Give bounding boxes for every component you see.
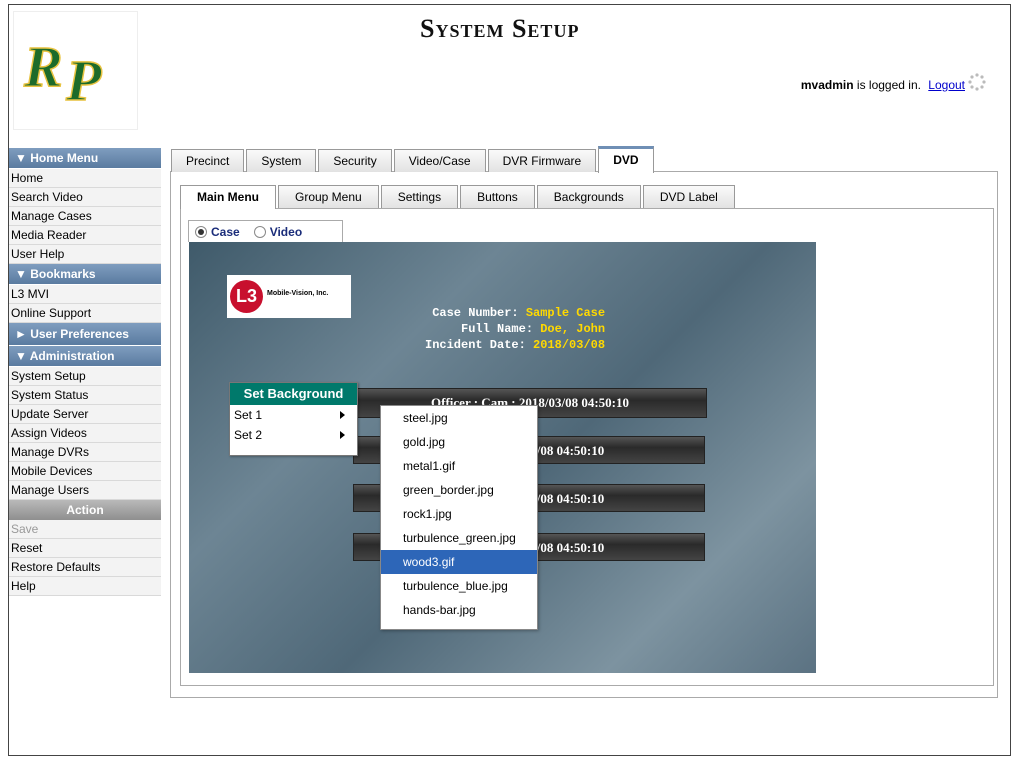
case-info: Case Number: Sample Case Full Name: Doe,… xyxy=(425,305,605,353)
sidebar: ▼ Home Menu Home Search Video Manage Cas… xyxy=(9,148,161,596)
rp-logo: R P xyxy=(13,11,138,130)
submenu-item[interactable]: green_border.jpg xyxy=(381,478,537,502)
case-number-value: Sample Case xyxy=(525,306,606,320)
sidebar-item-online-support[interactable]: Online Support xyxy=(9,304,161,323)
submenu-item[interactable]: turbulence_blue.jpg xyxy=(381,574,537,598)
login-status: mvadmin is logged in. Logout xyxy=(801,78,965,92)
set-background-title: Set Background xyxy=(230,383,357,405)
subtab-dvd-label[interactable]: DVD Label xyxy=(642,185,735,208)
video-radio-label: Video xyxy=(269,224,303,239)
tab-dvd[interactable]: DVD xyxy=(598,146,654,173)
submenu-item[interactable]: hands-bar.jpg xyxy=(381,598,537,622)
full-name-label: Full Name: xyxy=(461,322,534,336)
tab-precinct[interactable]: Precinct xyxy=(171,149,245,172)
incident-date-value: 2018/03/08 xyxy=(533,338,606,352)
action-header: Action xyxy=(9,500,161,520)
tab-dvr-firmware[interactable]: DVR Firmware xyxy=(487,149,597,172)
restore-defaults-action[interactable]: Restore Defaults xyxy=(9,558,161,577)
sidebar-item-user-help[interactable]: User Help xyxy=(9,245,161,264)
video-radio[interactable]: Video xyxy=(253,224,303,239)
home-menu-header[interactable]: ▼ Home Menu xyxy=(9,148,161,169)
tab-video-case[interactable]: Video/Case xyxy=(393,149,486,172)
submenu-item-selected[interactable]: wood3.gif xyxy=(381,550,537,574)
sidebar-item-l3-mvi[interactable]: L3 MVI xyxy=(9,285,161,304)
tab-system[interactable]: System xyxy=(246,149,317,172)
bookmarks-header[interactable]: ▼ Bookmarks xyxy=(9,264,161,285)
sidebar-item-media-reader[interactable]: Media Reader xyxy=(9,226,161,245)
dvd-subtabs: Main Menu Group Menu Settings Buttons Ba… xyxy=(180,185,737,209)
save-action: Save xyxy=(9,520,161,539)
sidebar-item-system-setup[interactable]: System Setup xyxy=(9,367,161,386)
svg-text:P: P xyxy=(65,48,102,110)
menu-item-set-2[interactable]: Set 2 xyxy=(230,425,357,445)
tab-security[interactable]: Security xyxy=(318,149,392,172)
logout-link[interactable]: Logout xyxy=(928,78,965,92)
sidebar-item-manage-dvrs[interactable]: Manage DVRs xyxy=(9,443,161,462)
submenu-item[interactable]: gold.jpg xyxy=(381,430,537,454)
video-radio-dot[interactable] xyxy=(253,225,266,238)
subtab-buttons[interactable]: Buttons xyxy=(460,185,535,208)
subtab-backgrounds[interactable]: Backgrounds xyxy=(536,185,641,208)
loading-spinner-icon xyxy=(968,73,986,91)
submenu-item[interactable]: turbulence_green.jpg xyxy=(381,526,537,550)
case-number-row: Case Number: Sample Case xyxy=(425,305,605,321)
submenu-arrow-icon xyxy=(340,411,345,419)
subtab-group-menu[interactable]: Group Menu xyxy=(278,185,379,208)
setup-tabs: Precinct System Security Video/Case DVR … xyxy=(171,146,656,173)
username: mvadmin xyxy=(800,78,854,92)
sidebar-item-update-server[interactable]: Update Server xyxy=(9,405,161,424)
l3-logo-caption: Mobile-Vision, Inc. xyxy=(267,290,329,297)
set-background-menu: Set Background Set 1 Set 2 xyxy=(229,382,358,456)
sidebar-item-mobile-devices[interactable]: Mobile Devices xyxy=(9,462,161,481)
reset-action[interactable]: Reset xyxy=(9,539,161,558)
case-number-label: Case Number: xyxy=(432,306,519,320)
sidebar-item-system-status[interactable]: System Status xyxy=(9,386,161,405)
full-name-value: Doe, John xyxy=(540,322,606,336)
set-2-label: Set 2 xyxy=(234,428,263,442)
rp-logo-icon: R P xyxy=(22,33,103,110)
incident-date-row: Incident Date: 2018/03/08 xyxy=(425,337,605,353)
submenu-item[interactable]: steel.jpg xyxy=(381,406,537,430)
sidebar-item-assign-videos[interactable]: Assign Videos xyxy=(9,424,161,443)
help-action[interactable]: Help xyxy=(9,577,161,596)
login-text: is logged in. xyxy=(856,78,921,92)
subtab-settings[interactable]: Settings xyxy=(380,185,459,208)
submenu-arrow-icon xyxy=(340,431,345,439)
administration-header[interactable]: ▼ Administration xyxy=(9,346,161,367)
sidebar-item-manage-cases[interactable]: Manage Cases xyxy=(9,207,161,226)
subtab-main-menu[interactable]: Main Menu xyxy=(180,185,276,209)
sidebar-item-home[interactable]: Home xyxy=(9,169,161,188)
case-radio-dot[interactable] xyxy=(195,225,207,238)
preview-mode-selector: Case Video xyxy=(188,220,343,242)
l3-logo: L3 Mobile-Vision, Inc. xyxy=(227,275,351,318)
submenu-item[interactable]: rock1.jpg xyxy=(381,502,537,526)
menu-item-set-1[interactable]: Set 1 xyxy=(230,405,357,425)
case-radio[interactable]: Case xyxy=(195,225,240,239)
submenu-item[interactable]: metal1.gif xyxy=(381,454,537,478)
sidebar-item-manage-users[interactable]: Manage Users xyxy=(9,481,161,500)
background-submenu: steel.jpg gold.jpg metal1.gif green_bord… xyxy=(380,405,538,630)
user-preferences-header[interactable]: ► User Preferences xyxy=(9,323,161,346)
set-1-label: Set 1 xyxy=(234,408,263,422)
case-radio-label: Case xyxy=(211,224,240,239)
full-name-row: Full Name: Doe, John xyxy=(425,321,605,337)
svg-text:R: R xyxy=(23,34,63,99)
l3-logo-mark: L3 xyxy=(230,280,263,313)
incident-date-label: Incident Date: xyxy=(425,338,526,352)
sidebar-item-search-video[interactable]: Search Video xyxy=(9,188,161,207)
page-title: System Setup xyxy=(420,14,580,43)
